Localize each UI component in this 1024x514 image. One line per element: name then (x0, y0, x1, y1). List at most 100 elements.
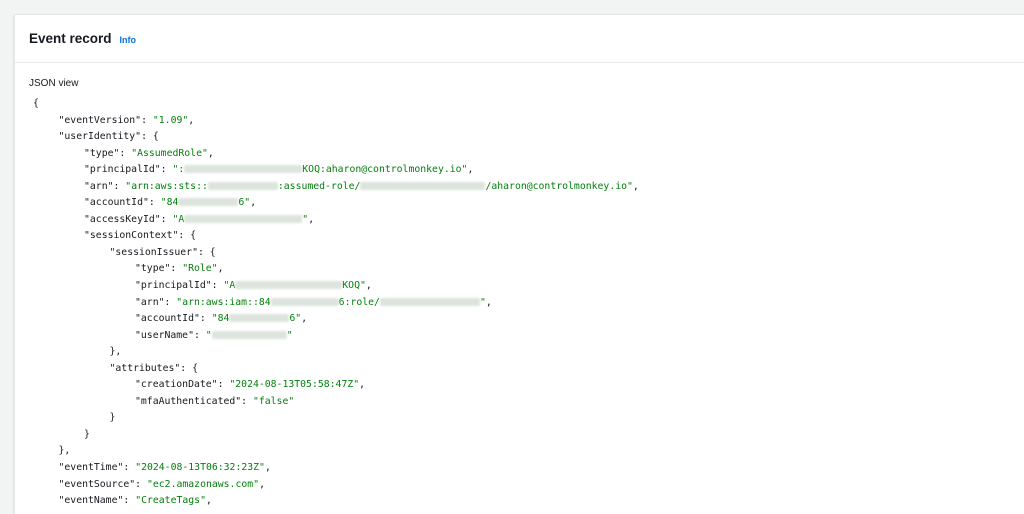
panel-title: Event record (29, 31, 112, 46)
json-key: , (632, 180, 639, 192)
json-line: "arn": "arn:aws:sts:::assumed-role/ /ahar… (33, 179, 639, 196)
json-string-value: " (286, 329, 293, 341)
json-key: , (485, 296, 492, 308)
info-link[interactable]: Info (120, 35, 137, 45)
json-line: "type": "Role", (33, 261, 639, 278)
json-line: "attributes": { (33, 361, 639, 378)
json-line: "arn": "arn:aws:iam::84 6:role/", (33, 295, 639, 312)
json-key: "mfaAuthenticated": (135, 395, 253, 407)
json-key: }, (109, 346, 122, 358)
json-key: "principalId": (135, 280, 224, 292)
json-key: , (250, 197, 257, 209)
json-string-value: "Role" (182, 263, 218, 275)
json-line: "principalId": ": KOQ:aharon@controlmonke… (33, 162, 639, 179)
json-key: "userIdentity": { (58, 131, 159, 143)
json-key: "arn": (135, 296, 177, 308)
json-line: "userIdentity": { (33, 129, 639, 146)
json-string-value: 6:role/ (338, 296, 380, 308)
json-line: "mfaAuthenticated": "false" (33, 394, 639, 411)
json-string-value: 6" (289, 313, 302, 325)
json-string-value: "2024-08-13T05:58:47Z" (229, 379, 360, 391)
json-string-value: "arn:aws:sts:: (125, 180, 208, 192)
json-key: "userName": (135, 329, 206, 341)
json-line: }, (33, 443, 639, 460)
json-key: , (217, 263, 224, 275)
json-key: { (33, 98, 39, 109)
json-line: "eventVersion": "1.09", (33, 113, 639, 130)
json-string-value: "false" (252, 395, 295, 407)
json-string-value: " (205, 329, 212, 341)
json-line: } (33, 427, 639, 444)
json-key: } (109, 412, 116, 424)
json-key: "principalId": (84, 164, 173, 176)
json-key: , (365, 280, 372, 292)
json-line: "eventName": "CreateTags", (33, 493, 639, 510)
redacted-value (229, 314, 290, 323)
json-line: "accountId": "84 6", (33, 195, 639, 212)
redacted-value (235, 281, 343, 290)
redacted-value (270, 297, 339, 306)
json-string-value: "CreateTags" (135, 495, 206, 507)
json-view-label: JSON view (29, 78, 79, 89)
json-string-value: 6" (238, 197, 251, 209)
json-line: "accessKeyId": "A ", (33, 212, 639, 229)
json-line: "sessionContext": { (33, 228, 639, 245)
redacted-value (379, 297, 480, 306)
json-line: "eventTime": "2024-08-13T06:32:23Z", (33, 460, 639, 477)
json-key: , (259, 478, 265, 490)
json-key: "type": (84, 147, 132, 159)
json-line: "sessionIssuer": { (33, 245, 639, 262)
json-key: "attributes": { (109, 362, 198, 374)
json-string-value: "arn:aws:iam::84 (176, 296, 271, 308)
json-key: "eventVersion": (58, 114, 153, 126)
json-line: "principalId": "A KOQ", (33, 278, 639, 295)
json-string-value: /aharon@controlmonkey.io" (485, 180, 633, 192)
redacted-value (178, 198, 239, 207)
json-key: , (207, 147, 214, 159)
json-line: "userName": " " (33, 328, 639, 345)
json-string-value: "A (223, 280, 236, 292)
json-key: "sessionContext": { (84, 230, 197, 242)
json-line: }, (33, 344, 639, 361)
redacted-value (211, 330, 287, 339)
json-string-value: ": (172, 164, 185, 176)
json-line: "eventSource": "ec2.amazonaws.com", (33, 477, 639, 494)
json-string-value: "A (172, 213, 185, 225)
redacted-value (184, 165, 303, 174)
redacted-value (184, 214, 303, 223)
json-key: , (205, 495, 212, 507)
json-key: , (188, 114, 195, 126)
json-string-value: KOQ" (342, 280, 366, 292)
json-string-value: "84 (160, 197, 179, 209)
json-key: "arn": (84, 180, 126, 192)
json-string-value: KOQ:aharon@controlmonkey.io" (302, 164, 468, 176)
json-line: "accountId": "84 6", (33, 311, 639, 328)
json-key: "creationDate": (135, 379, 230, 391)
json-key: "eventSource": (58, 478, 147, 490)
json-string-value: "84 (211, 313, 230, 325)
json-key: "eventTime": (58, 462, 136, 474)
json-string-value: :assumed-role/ (277, 180, 361, 192)
json-key: , (359, 379, 366, 391)
json-string-value: "AssumedRole" (131, 147, 208, 159)
event-record-panel: Event record Info JSON view { "eventVersi… (14, 14, 1024, 514)
json-line: } (33, 410, 639, 427)
json-key: , (264, 462, 271, 474)
json-key: , (308, 213, 315, 225)
json-key: , (467, 164, 474, 176)
json-key: "accountId": (84, 197, 161, 209)
redacted-value (360, 181, 486, 190)
json-key: }, (58, 445, 71, 457)
json-key: "eventName": (58, 495, 136, 507)
json-key: "type": (135, 263, 183, 275)
json-key: , (301, 313, 308, 325)
json-key: } (84, 428, 90, 440)
json-string-value: "2024-08-13T06:32:23Z" (135, 462, 265, 474)
json-string-value: "1.09" (152, 114, 189, 126)
json-code-block: {"eventVersion": "1.09", "userIdentity": … (33, 96, 639, 510)
redacted-value (207, 181, 278, 190)
json-key: "accessKeyId": (84, 213, 173, 225)
panel-header: Event record Info (15, 15, 1024, 63)
json-key: "sessionIssuer": { (109, 246, 216, 258)
json-line: { (33, 96, 639, 113)
